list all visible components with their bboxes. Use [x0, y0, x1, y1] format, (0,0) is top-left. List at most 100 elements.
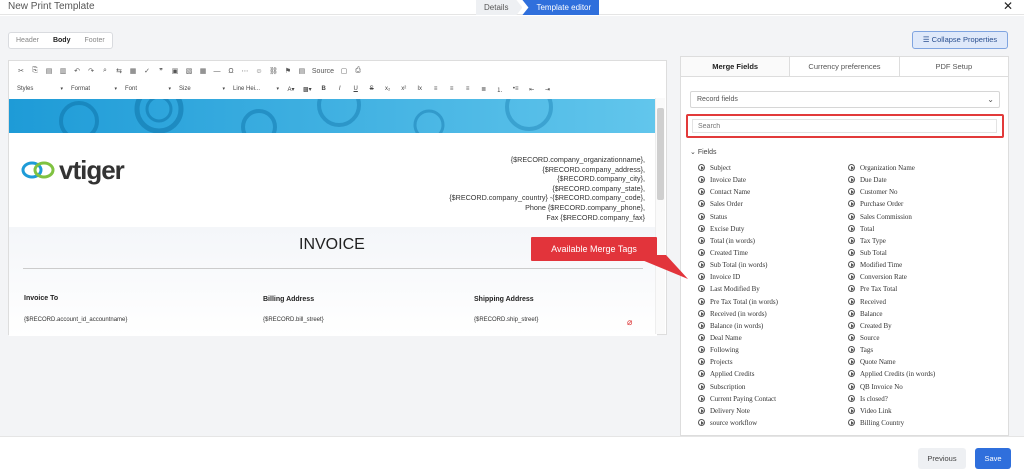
merge-field-item[interactable]: Last Modified By — [698, 283, 848, 295]
merge-field-item[interactable]: Status — [698, 211, 848, 223]
merge-field-item[interactable]: Received — [848, 296, 998, 308]
merge-field-item[interactable]: Balance — [848, 308, 998, 320]
search-input[interactable] — [692, 119, 997, 133]
merge-field-item[interactable]: Following — [698, 344, 848, 356]
merge-field-item[interactable]: Total — [848, 223, 998, 235]
hr-icon[interactable]: ― — [213, 68, 221, 75]
styles-dropdown[interactable]: Styles — [17, 86, 63, 92]
preview-icon[interactable]: ▢ — [340, 67, 348, 75]
special-char-icon[interactable]: Ω — [227, 68, 235, 75]
mic-off-icon[interactable]: ⌀ — [627, 317, 632, 328]
merge-field-item[interactable]: Pre Tax Total — [848, 283, 998, 295]
source-button[interactable]: Source — [312, 68, 334, 75]
tab-footer[interactable]: Footer — [77, 33, 111, 48]
merge-field-item[interactable]: Sales Commission — [848, 211, 998, 223]
merge-field-item[interactable]: Sub Total — [848, 247, 998, 259]
collapse-properties-button[interactable]: ☰ Collapse Properties — [912, 31, 1008, 49]
merge-field-item[interactable]: Customer No — [848, 186, 998, 198]
merge-field-item[interactable]: Applied Credits — [698, 368, 848, 380]
find-icon[interactable]: ⌕ — [101, 67, 109, 75]
merge-field-item[interactable]: Balance (in words) — [698, 320, 848, 332]
merge-field-item[interactable]: Deal Name — [698, 332, 848, 344]
merge-field-item[interactable]: Conversion Rate — [848, 271, 998, 283]
fields-header[interactable]: ⌄ Fields — [690, 148, 717, 156]
clear-format-icon[interactable]: Ix — [416, 86, 424, 92]
font-dropdown[interactable]: Font — [125, 86, 171, 92]
merge-field-item[interactable]: Subscription — [698, 381, 848, 393]
merge-field-item[interactable]: Tags — [848, 344, 998, 356]
div-icon[interactable]: ▣ — [171, 67, 179, 75]
table-icon[interactable]: ▦ — [199, 67, 207, 75]
align-right-icon[interactable]: ≡ — [464, 86, 472, 92]
replace-icon[interactable]: ⇆ — [115, 67, 123, 75]
merge-field-item[interactable]: Purchase Order — [848, 198, 998, 210]
merge-field-item[interactable]: Is closed? — [848, 393, 998, 405]
template-editor[interactable]: ✂ ⎘ ▤ ▥ ↶ ↷ ⌕ ⇆ ▦ ✓ ❞ ▣ ▧ ▦ ― Ω ⋯ ☺ ⛓ ⚑ … — [8, 60, 667, 336]
merge-field-item[interactable]: Billing Country — [848, 417, 998, 429]
merge-field-item[interactable]: Modified Time — [848, 259, 998, 271]
step-template-editor[interactable]: Template editor — [522, 0, 600, 15]
step-details[interactable]: Details — [476, 0, 522, 15]
merge-field-item[interactable]: Total (in words) — [698, 235, 848, 247]
merge-field-item[interactable]: Subject — [698, 162, 848, 174]
close-icon[interactable]: ✕ — [1003, 0, 1013, 13]
save-button[interactable]: Save — [975, 448, 1011, 469]
indent-icon[interactable]: ⇥ — [544, 86, 552, 93]
italic-icon[interactable]: I — [336, 86, 344, 92]
tab-header[interactable]: Header — [9, 33, 46, 48]
format-dropdown[interactable]: Format — [71, 86, 117, 92]
document-canvas[interactable]: vtiger {$RECORD.company_organizationname… — [9, 99, 657, 336]
merge-field-item[interactable]: Video Link — [848, 405, 998, 417]
merge-field-item[interactable]: Excise Duty — [698, 223, 848, 235]
merge-field-item[interactable]: Applied Credits (in words) — [848, 368, 998, 380]
merge-field-item[interactable]: Delivery Note — [698, 405, 848, 417]
merge-field-item[interactable]: Sales Order — [698, 198, 848, 210]
undo-icon[interactable]: ↶ — [73, 67, 81, 75]
tab-pdf-setup[interactable]: PDF Setup — [900, 57, 1008, 76]
merge-field-item[interactable]: Projects — [698, 356, 848, 368]
merge-field-item[interactable]: Received (in words) — [698, 308, 848, 320]
previous-button[interactable]: Previous — [918, 448, 966, 469]
justify-icon[interactable]: ≣ — [480, 86, 488, 93]
tab-currency-preferences[interactable]: Currency preferences — [790, 57, 900, 76]
size-dropdown[interactable]: Size — [179, 86, 225, 92]
select-all-icon[interactable]: ▦ — [129, 67, 137, 75]
align-left-icon[interactable]: ≡ — [432, 86, 440, 92]
link-icon[interactable]: ⛓ — [269, 67, 278, 75]
merge-field-item[interactable]: source workflow — [698, 417, 848, 429]
tab-merge-fields[interactable]: Merge Fields — [681, 57, 791, 76]
merge-field-item[interactable]: Quote Name — [848, 356, 998, 368]
image-icon[interactable]: ▧ — [185, 67, 193, 75]
merge-field-item[interactable]: Current Paying Contact — [698, 393, 848, 405]
merge-field-item[interactable]: Created Time — [698, 247, 848, 259]
unlink-icon[interactable]: ⚑ — [284, 67, 292, 75]
page-break-icon[interactable]: ⋯ — [241, 67, 249, 75]
redo-icon[interactable]: ↷ — [87, 67, 95, 75]
line-height-dropdown[interactable]: Line Hei... — [233, 86, 279, 92]
text-color-icon[interactable]: A▾ — [287, 86, 295, 93]
merge-field-item[interactable]: Pre Tax Total (in words) — [698, 296, 848, 308]
record-fields-select[interactable]: Record fields ⌄ — [690, 91, 1000, 108]
merge-field-item[interactable]: Invoice ID — [698, 271, 848, 283]
blockquote-icon[interactable]: ❞ — [157, 67, 165, 75]
merge-field-item[interactable]: Created By — [848, 320, 998, 332]
merge-field-item[interactable]: Sub Total (in words) — [698, 259, 848, 271]
editor-scrollbar[interactable] — [655, 98, 665, 334]
underline-icon[interactable]: U — [352, 86, 360, 92]
scroll-thumb[interactable] — [657, 108, 664, 200]
merge-field-item[interactable]: QB Invoice No — [848, 381, 998, 393]
source-icon[interactable]: ▤ — [298, 67, 306, 75]
subscript-icon[interactable]: x₂ — [384, 86, 392, 92]
merge-field-item[interactable]: Due Date — [848, 174, 998, 186]
bold-icon[interactable]: B — [320, 86, 328, 92]
copy-icon[interactable]: ⎘ — [31, 67, 39, 75]
tab-body[interactable]: Body — [46, 33, 78, 48]
print-icon[interactable]: ⎙ — [354, 67, 362, 75]
paste-icon[interactable]: ▤ — [45, 67, 53, 75]
bullet-list-icon[interactable]: •≡ — [512, 86, 520, 92]
merge-field-item[interactable]: Contact Name — [698, 186, 848, 198]
merge-field-item[interactable]: Organization Name — [848, 162, 998, 174]
superscript-icon[interactable]: x² — [400, 86, 408, 92]
emoji-icon[interactable]: ☺ — [255, 68, 263, 75]
spellcheck-icon[interactable]: ✓ — [143, 67, 151, 75]
